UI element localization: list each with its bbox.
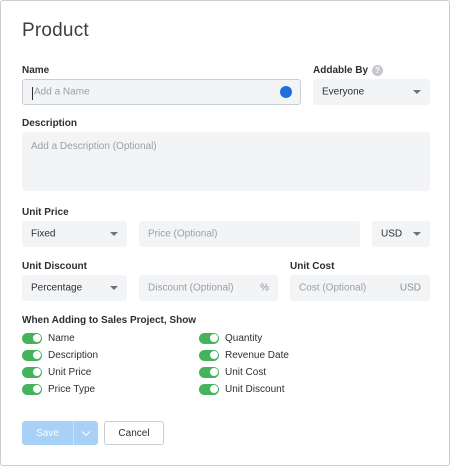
caret-down-icon <box>110 232 118 236</box>
text-cursor <box>32 87 33 100</box>
unit-discount-label: Unit Discount <box>22 261 87 272</box>
toggle-row-revenue-date[interactable]: Revenue Date <box>199 348 289 362</box>
discount-input[interactable]: Discount (Optional) % <box>139 275 278 301</box>
save-split-button: Save <box>22 421 98 445</box>
toggle-label: Quantity <box>225 332 263 344</box>
currency-select[interactable]: USD <box>372 221 430 247</box>
cost-input[interactable]: Cost (Optional) USD <box>290 275 430 301</box>
product-dialog: Product Name Add a Name Addable By ? Eve… <box>0 0 450 466</box>
description-textarea[interactable]: Add a Description (Optional) <box>22 132 430 191</box>
toggle-switch[interactable] <box>22 366 42 378</box>
toggle-row-quantity[interactable]: Quantity <box>199 331 262 345</box>
toggle-switch[interactable] <box>199 383 219 395</box>
addable-by-select[interactable]: Everyone <box>313 79 430 105</box>
addable-by-label: Addable By <box>313 65 369 76</box>
price-input[interactable]: Price (Optional) <box>139 221 360 247</box>
unit-price-label: Unit Price <box>22 207 69 218</box>
toggle-row-unit-price[interactable]: Unit Price <box>22 365 91 379</box>
save-button[interactable]: Save <box>22 421 73 445</box>
price-type-select[interactable]: Fixed <box>22 221 127 247</box>
save-options-dropdown[interactable] <box>74 421 98 445</box>
toggle-switch[interactable] <box>22 332 42 344</box>
discount-placeholder: Discount (Optional) <box>148 282 234 294</box>
cost-currency-suffix: USD <box>399 282 421 294</box>
toggle-switch[interactable] <box>22 349 42 361</box>
caret-down-icon <box>413 90 421 94</box>
discount-type-value: Percentage <box>31 282 83 294</box>
addable-by-value: Everyone <box>322 86 365 98</box>
cancel-button[interactable]: Cancel <box>104 421 164 445</box>
toggle-switch[interactable] <box>22 383 42 395</box>
description-placeholder: Add a Description (Optional) <box>31 141 157 152</box>
toggle-row-description[interactable]: Description <box>22 348 98 362</box>
price-type-value: Fixed <box>31 228 56 240</box>
toggle-switch[interactable] <box>199 349 219 361</box>
cost-placeholder: Cost (Optional) <box>299 282 367 294</box>
toggle-label: Price Type <box>48 383 96 395</box>
name-label: Name <box>22 65 50 76</box>
percent-suffix: % <box>260 282 269 294</box>
status-dot-icon <box>280 86 292 98</box>
show-section-label: When Adding to Sales Project, Show <box>22 315 197 326</box>
chevron-down-icon <box>81 427 91 437</box>
toggle-label: Description <box>48 349 99 361</box>
price-placeholder: Price (Optional) <box>148 228 218 240</box>
toggle-label: Unit Cost <box>225 366 267 378</box>
unit-cost-label: Unit Cost <box>290 261 335 272</box>
dialog-title: Product <box>22 20 89 41</box>
help-icon[interactable]: ? <box>372 65 383 76</box>
toggle-row-unit-discount[interactable]: Unit Discount <box>199 382 284 396</box>
name-input[interactable]: Add a Name <box>22 79 301 105</box>
toggle-switch[interactable] <box>199 366 219 378</box>
toggle-label: Revenue Date <box>225 349 289 361</box>
description-label: Description <box>22 118 78 129</box>
toggle-label: Name <box>48 332 75 344</box>
toggle-switch[interactable] <box>199 332 219 344</box>
name-placeholder: Add a Name <box>34 86 90 98</box>
currency-value: USD <box>381 228 403 240</box>
toggle-label: Unit Price <box>48 366 92 378</box>
toggle-row-price-type[interactable]: Price Type <box>22 382 95 396</box>
toggle-label: Unit Discount <box>225 383 285 395</box>
discount-type-select[interactable]: Percentage <box>22 275 127 301</box>
caret-down-icon <box>413 232 421 236</box>
toggle-row-unit-cost[interactable]: Unit Cost <box>199 365 266 379</box>
caret-down-icon <box>110 286 118 290</box>
toggle-row-name[interactable]: Name <box>22 331 75 345</box>
